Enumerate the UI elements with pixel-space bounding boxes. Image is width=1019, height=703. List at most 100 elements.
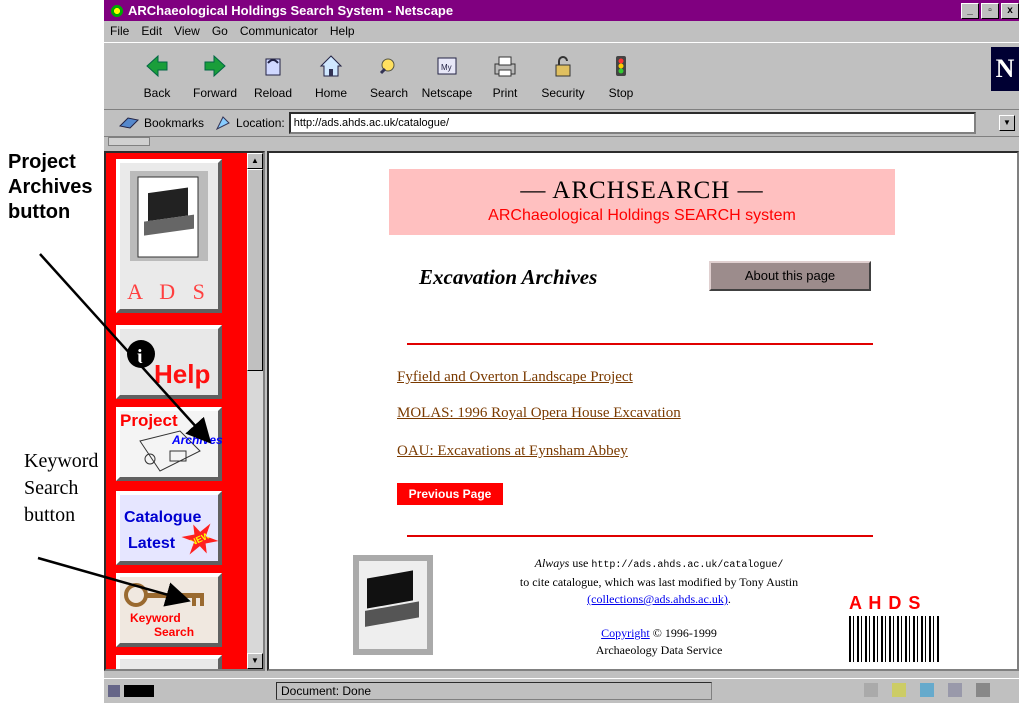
- print-label: Print: [492, 86, 518, 100]
- menu-bar: File Edit View Go Communicator Help: [104, 22, 1019, 40]
- forward-button[interactable]: Forward: [188, 53, 242, 100]
- citation-footer: Always use http://ads.ahds.ac.uk/catalog…: [459, 555, 859, 659]
- footer-use: use: [569, 556, 592, 570]
- reload-icon: [265, 58, 281, 76]
- next-nav-button[interactable]: [116, 655, 222, 669]
- previous-page-button[interactable]: Previous Page: [397, 483, 503, 505]
- project-archives-button[interactable]: Project Archives: [116, 407, 223, 481]
- security-button[interactable]: Security: [536, 53, 590, 100]
- banner-subtitle: ARChaeological Holdings SEARCH system: [488, 207, 796, 224]
- close-button[interactable]: x: [1001, 3, 1019, 19]
- browser-window: ARChaeological Holdings Search System - …: [104, 0, 1019, 703]
- netscape-logo[interactable]: N: [991, 47, 1019, 91]
- annotation-line: button: [8, 201, 71, 223]
- laptop-logo-icon: [353, 555, 433, 655]
- connection-status-icon: [108, 685, 154, 697]
- title-bar: ARChaeological Holdings Search System - …: [104, 0, 1019, 21]
- search-button[interactable]: Search: [362, 53, 416, 100]
- latest-label: Latest: [128, 535, 176, 552]
- scroll-down-button[interactable]: ▼: [247, 653, 263, 669]
- print-icon: [494, 56, 516, 77]
- info-icon: i: [127, 340, 155, 368]
- security-label: Security: [541, 86, 585, 100]
- bookmarks-icon: [118, 117, 140, 129]
- ads-letters: A D S: [127, 279, 211, 304]
- ahds-logo[interactable]: A H D S: [849, 593, 939, 665]
- collapse-toolbar-tab[interactable]: [108, 137, 150, 146]
- scroll-thumb[interactable]: [247, 169, 263, 371]
- search-label: Search: [369, 86, 409, 100]
- back-button[interactable]: Back: [130, 53, 184, 100]
- footer-always: Always: [534, 556, 570, 570]
- menu-view[interactable]: View: [174, 24, 200, 38]
- menu-communicator[interactable]: Communicator: [240, 24, 318, 38]
- newsgroups-icon[interactable]: [920, 683, 934, 697]
- menu-file[interactable]: File: [110, 24, 129, 38]
- status-text: Document: Done: [276, 682, 712, 700]
- location-toolbar: Bookmarks Location: http://ads.ahds.ac.u…: [104, 110, 1019, 137]
- catalogue-label: Catalogue: [124, 509, 202, 526]
- divider: [407, 535, 873, 537]
- netscape-title-icon: [110, 3, 124, 18]
- archive-link[interactable]: MOLAS: 1996 Royal Opera House Excavation: [397, 405, 681, 422]
- reload-label: Reload: [253, 86, 293, 100]
- mail-icon[interactable]: [892, 683, 906, 697]
- reload-button[interactable]: Reload: [246, 53, 300, 100]
- svg-text:My: My: [441, 63, 452, 72]
- about-this-page-button[interactable]: About this page: [709, 261, 871, 291]
- netscape-icon: My: [437, 57, 457, 75]
- netscape-button[interactable]: My Netscape: [420, 53, 474, 100]
- maximize-button[interactable]: ▫: [981, 3, 999, 19]
- page-title: Excavation Archives: [419, 265, 598, 289]
- home-icon: [319, 55, 343, 77]
- copyright-years: © 1996-1999: [649, 626, 717, 640]
- status-bar: Document: Done: [104, 678, 1019, 703]
- home-button[interactable]: Home: [304, 53, 358, 100]
- composer-icon[interactable]: [976, 683, 990, 697]
- window-controls: _ ▫ x: [961, 3, 1019, 19]
- annotation-line: Search: [24, 477, 79, 499]
- keyword-search-button[interactable]: Keyword Search: [116, 573, 222, 647]
- email-link[interactable]: (collections@ads.ahds.ac.uk): [587, 592, 728, 606]
- project-archives-annotation: Project Archives button: [8, 150, 93, 225]
- catalogue-latest-button[interactable]: Catalogue Latest NEW: [116, 491, 222, 565]
- scroll-up-button[interactable]: ▲: [247, 153, 263, 169]
- component-bar: [864, 683, 990, 697]
- keyword-label: Keyword: [130, 611, 181, 625]
- left-frame-scrollbar[interactable]: ▲ ▼: [247, 153, 263, 669]
- forward-label: Forward: [192, 86, 237, 100]
- stop-button[interactable]: Stop: [594, 53, 648, 100]
- menu-help[interactable]: Help: [330, 24, 355, 38]
- barcode-graphic: [849, 616, 939, 662]
- archive-link[interactable]: OAU: Excavations at Eynsham Abbey: [397, 443, 628, 460]
- archive-link[interactable]: Fyfield and Overton Landscape Project: [397, 369, 633, 386]
- ads-home-button[interactable]: A D S: [116, 159, 222, 313]
- url-dropdown-button[interactable]: ▼: [999, 115, 1015, 131]
- menu-edit[interactable]: Edit: [141, 24, 162, 38]
- print-button[interactable]: Print: [478, 53, 532, 100]
- annotation-line: Keyword: [24, 450, 99, 472]
- ahds-letters: A H D S: [849, 593, 922, 613]
- back-arrow-icon: [146, 54, 168, 78]
- banner-title: — ARCHSEARCH —: [520, 177, 764, 204]
- project-label: Project: [120, 411, 178, 430]
- help-button[interactable]: i Help: [116, 325, 222, 399]
- menu-go[interactable]: Go: [212, 24, 228, 38]
- page-proxy-icon[interactable]: [214, 114, 232, 132]
- annotation-line: Archives: [8, 176, 93, 198]
- copyright-link[interactable]: Copyright: [601, 626, 650, 640]
- cite-url: http://ads.ahds.ac.uk/catalogue/: [591, 560, 784, 571]
- bookmarks-button[interactable]: Bookmarks: [144, 116, 204, 130]
- address-book-icon[interactable]: [948, 683, 962, 697]
- netscape-label: Netscape: [421, 86, 473, 100]
- key-icon: [124, 583, 204, 607]
- minimize-button[interactable]: _: [961, 3, 979, 19]
- navigator-icon[interactable]: [864, 683, 878, 697]
- annotation-line: button: [24, 504, 76, 526]
- back-label: Back: [143, 86, 171, 100]
- location-label: Location:: [236, 116, 285, 130]
- home-label: Home: [314, 86, 347, 100]
- lock-icon: [555, 56, 571, 77]
- url-field[interactable]: http://ads.ahds.ac.uk/catalogue/: [288, 112, 976, 134]
- search-icon: [379, 58, 395, 75]
